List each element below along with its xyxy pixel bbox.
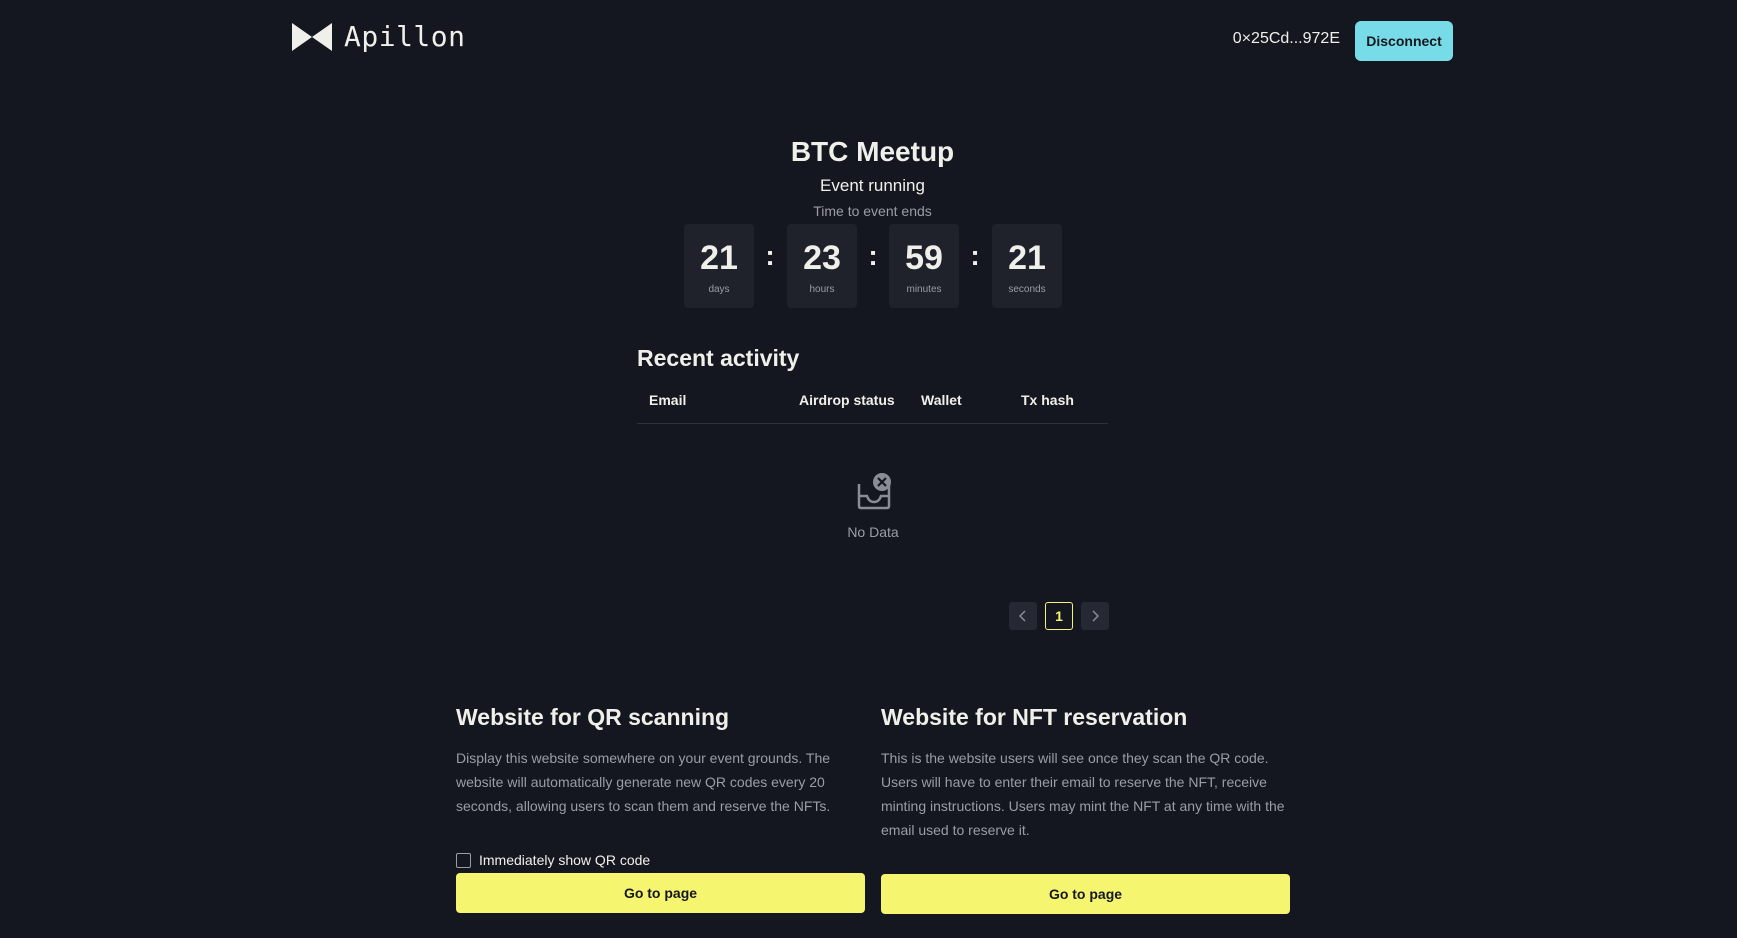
event-status: Event running (820, 176, 925, 195)
chevron-right-icon (1092, 610, 1100, 622)
qr-go-to-page-button[interactable]: Go to page (456, 873, 865, 913)
wallet-address: 0×25Cd...972E (1232, 30, 1340, 47)
nft-go-to-page-button[interactable]: Go to page (881, 874, 1290, 914)
countdown-seconds: 21 seconds (992, 224, 1062, 308)
countdown-value: 21 (1008, 239, 1046, 277)
disconnect-button[interactable]: Disconnect (1355, 21, 1453, 61)
empty-state-text: No Data (847, 524, 899, 540)
show-qr-checkbox-row[interactable]: Immediately show QR code (456, 852, 650, 868)
countdown-hours: 23 hours (787, 224, 857, 308)
column-header-email[interactable]: Email (649, 392, 686, 408)
chevron-left-icon (1018, 610, 1026, 622)
apillon-logo-icon (292, 22, 332, 51)
logo[interactable]: Apillon (292, 20, 466, 53)
empty-inbox-icon (857, 473, 891, 510)
recent-activity-title: Recent activity (637, 345, 800, 371)
column-header-airdrop-status[interactable]: Airdrop status (799, 392, 895, 408)
countdown-value: 21 (700, 239, 738, 277)
countdown-unit: days (708, 284, 730, 295)
qr-scanning-description: Display this website somewhere on your e… (456, 750, 831, 814)
countdown-value: 59 (905, 239, 943, 277)
countdown-unit: hours (809, 284, 835, 295)
countdown-separator: : (868, 240, 878, 271)
pagination-page-1[interactable]: 1 (1045, 602, 1073, 630)
column-header-tx-hash[interactable]: Tx hash (1021, 392, 1074, 408)
pagination-prev-button[interactable] (1009, 602, 1037, 630)
countdown-value: 23 (803, 239, 841, 277)
table-divider (637, 423, 1108, 424)
qr-scanning-title: Website for QR scanning (456, 704, 730, 730)
nft-reservation-title: Website for NFT reservation (881, 704, 1188, 730)
countdown-separator: : (765, 240, 775, 271)
countdown-minutes: 59 minutes (889, 224, 959, 308)
countdown-unit: seconds (1008, 284, 1046, 295)
event-title: BTC Meetup (790, 136, 955, 167)
pagination-next-button[interactable] (1081, 602, 1109, 630)
countdown-unit: minutes (906, 284, 942, 295)
show-qr-checkbox[interactable] (456, 852, 471, 868)
logo-text: Apillon (344, 20, 466, 53)
countdown-separator: : (970, 240, 980, 271)
column-header-wallet[interactable]: Wallet (921, 392, 962, 408)
countdown-label: Time to event ends (813, 203, 932, 219)
show-qr-checkbox-label[interactable]: Immediately show QR code (479, 852, 650, 868)
nft-reservation-description: This is the website users will see once … (881, 750, 1285, 838)
countdown-days: 21 days (684, 224, 754, 308)
